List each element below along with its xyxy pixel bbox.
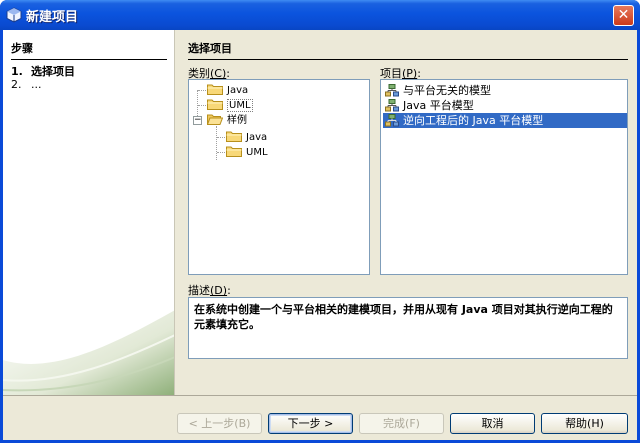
description-mnemonic: (D) [210, 284, 228, 297]
steps-panel: 步骤 1. 选择项目 2.... [3, 30, 175, 395]
tree-item-samples[interactable]: 样例 [207, 113, 247, 128]
description-label: 描述(D): [188, 282, 231, 298]
tree-line [217, 137, 225, 138]
folder-icon [226, 131, 242, 142]
project-item-label: 与平台无关的模型 [403, 84, 491, 97]
folder-icon [226, 146, 242, 157]
content-title: 选择项目 [188, 40, 628, 60]
description-label-text: 描述 [188, 284, 210, 297]
step-number: 2. [11, 78, 22, 91]
step-item-1: 1. 选择项目 [11, 63, 75, 79]
step-label: ... [31, 78, 42, 91]
description-suffix: : [227, 284, 231, 297]
project-item-label: 逆向工程后的 Java 平台模型 [403, 114, 544, 127]
tree-item-label: 样例 [227, 115, 247, 126]
collapse-icon[interactable]: − [193, 116, 202, 125]
tree-item-java[interactable]: Java [207, 83, 248, 98]
tree-item-samples-java[interactable]: Java [226, 130, 267, 145]
window-title: 新建项目 [26, 10, 79, 25]
step-item-2: 2.... [11, 78, 42, 91]
app-icon [6, 7, 22, 23]
tree-line [198, 90, 206, 91]
project-icon [385, 114, 399, 127]
tree-line [217, 152, 225, 153]
project-item-reverse-engineered-java[interactable]: 逆向工程后的 Java 平台模型 [383, 113, 627, 128]
project-icon [385, 99, 399, 112]
tree-line [198, 105, 206, 106]
tree-item-label: Java [246, 132, 268, 143]
tree-line [216, 126, 217, 160]
tree-item-label: UML [227, 99, 253, 112]
step-label: 选择项目 [31, 65, 75, 78]
project-icon [385, 84, 399, 97]
tree-item-label: Java [227, 85, 249, 96]
project-item-java-platform[interactable]: Java 平台模型 [383, 98, 627, 113]
back-button[interactable]: < 上一步(B) [177, 413, 262, 434]
next-button[interactable]: 下一步 > [268, 413, 353, 434]
tree-item-samples-uml[interactable]: UML [226, 145, 268, 160]
folder-icon [207, 99, 223, 110]
steps-header: 步骤 [11, 40, 167, 60]
folder-icon [207, 84, 223, 95]
project-item-label: Java 平台模型 [403, 99, 474, 112]
step-number: 1. [11, 65, 23, 78]
projects-list[interactable]: 与平台无关的模型 Java 平台模型 逆向工程后的 Java 平台模型 [380, 79, 628, 275]
dialog-client: 步骤 1. 选择项目 2.... 选择项目 类别(C): 项目(P): Java… [3, 30, 637, 440]
title-bar[interactable]: 新建项目 ✕ [0, 0, 640, 30]
help-button[interactable]: 帮助(H) [541, 413, 628, 434]
dialog-window: 新建项目 ✕ 步骤 1. 选择项目 2.... 选择项目 类别(C): 项目(P… [0, 0, 640, 443]
categories-tree[interactable]: Java UML − 样例 Java UML [188, 79, 370, 275]
project-item-platform-independent[interactable]: 与平台无关的模型 [383, 83, 627, 98]
tree-item-uml[interactable]: UML [207, 98, 253, 113]
decorative-swoosh [3, 310, 174, 395]
cancel-button[interactable]: 取消 [450, 413, 535, 434]
finish-button[interactable]: 完成(F) [359, 413, 444, 434]
button-row-separator [3, 395, 637, 396]
close-icon[interactable]: ✕ [613, 5, 634, 26]
description-box: 在系统中创建一个与平台相关的建模项目，并用从现有 Java 项目对其执行逆向工程… [188, 297, 628, 359]
folder-open-icon [207, 114, 223, 125]
tree-item-label: UML [246, 147, 268, 158]
